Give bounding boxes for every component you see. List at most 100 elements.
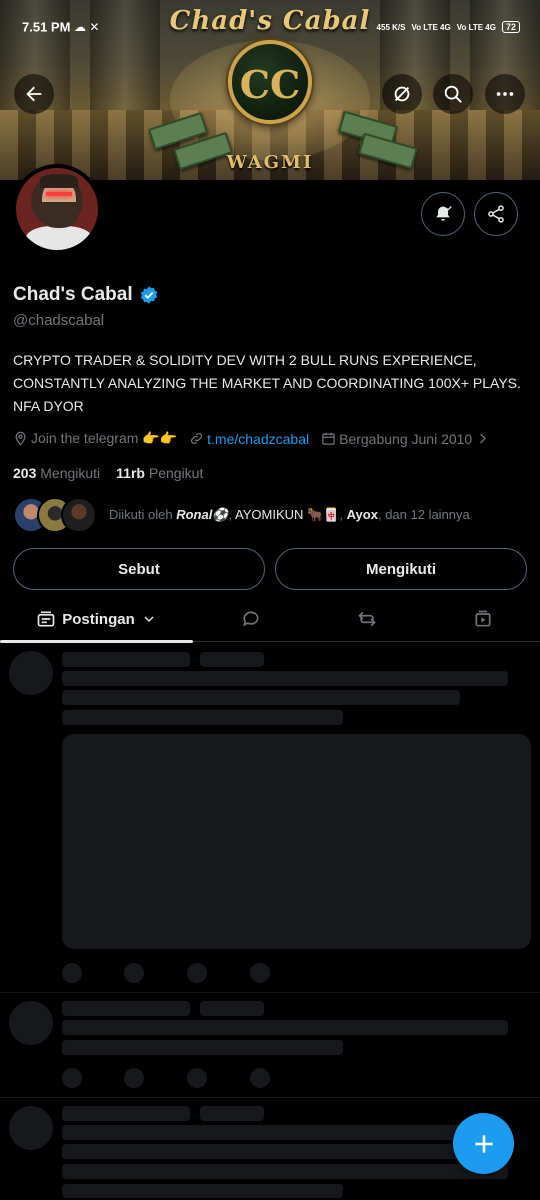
following-button[interactable]: Mengikuti bbox=[275, 548, 527, 590]
skeleton-line bbox=[62, 1020, 508, 1035]
skeleton-line bbox=[62, 671, 508, 686]
tab-replies[interactable] bbox=[193, 596, 309, 642]
skeleton-line bbox=[62, 1040, 343, 1055]
skeleton-avatar bbox=[9, 651, 53, 695]
skeleton-line bbox=[62, 1106, 190, 1121]
profile-name-row: Chad's Cabal bbox=[13, 284, 159, 306]
avatar-laser-eyes bbox=[46, 192, 72, 196]
feed-divider bbox=[0, 1097, 540, 1098]
more-options-button[interactable] bbox=[485, 74, 525, 114]
skeleton-line bbox=[62, 1144, 508, 1159]
profile-name: Chad's Cabal bbox=[13, 284, 133, 305]
following-count[interactable]: 203 Mengikuti bbox=[13, 465, 100, 481]
posts-tab-icon bbox=[37, 611, 55, 627]
calendar-icon bbox=[322, 432, 335, 445]
banner-coin-logo: CC bbox=[228, 40, 312, 124]
profile-handle: @chadscabal bbox=[13, 312, 105, 329]
follow-counts: 203 Mengikuti 11rb Pengikut bbox=[13, 465, 203, 481]
chevron-right-icon[interactable] bbox=[475, 431, 490, 446]
repost-icon bbox=[358, 611, 376, 627]
joined-text: Bergabung Juni 2010 bbox=[339, 430, 473, 447]
tab-active-indicator bbox=[0, 640, 193, 643]
feed-divider bbox=[0, 992, 540, 993]
skeleton-line bbox=[200, 1001, 264, 1016]
notifications-button[interactable] bbox=[421, 192, 465, 236]
following-label: Mengikuti bbox=[40, 465, 101, 481]
skeleton-line bbox=[62, 690, 460, 705]
followed-by-text: Diikuti oleh Ronal⚽, AYOMIKUN 🐂🀄, Ayox, … bbox=[109, 507, 470, 522]
followers-label: Pengikut bbox=[148, 465, 204, 481]
avatar bbox=[61, 497, 97, 533]
compose-button[interactable] bbox=[453, 1113, 514, 1174]
verified-badge-icon[interactable] bbox=[139, 285, 159, 305]
skeleton-avatar bbox=[9, 1106, 53, 1150]
skeleton-action bbox=[124, 963, 144, 983]
banner-subtitle: WAGMI bbox=[226, 152, 314, 173]
skeleton-line bbox=[62, 652, 190, 667]
joined-item: Bergabung Juni 2010 bbox=[321, 431, 490, 447]
profile-avatar[interactable] bbox=[12, 164, 102, 254]
status-bar: 7.51 PM ☁ ✕ 455 K/S Vo LTE 4G Vo LTE 4G … bbox=[0, 0, 540, 35]
location-pin-icon bbox=[15, 431, 26, 446]
follower-name-1: Ronal⚽ bbox=[176, 507, 229, 522]
skeleton-line bbox=[62, 1125, 508, 1140]
profile-tabs: Postingan bbox=[0, 596, 540, 643]
tab-media[interactable] bbox=[425, 596, 540, 642]
share-icon bbox=[488, 205, 504, 223]
search-icon bbox=[444, 85, 462, 103]
more-icon bbox=[496, 92, 514, 96]
tab-reposts[interactable] bbox=[309, 596, 425, 642]
reply-bubble-icon bbox=[243, 611, 259, 627]
network-speed: 455 K/S bbox=[376, 22, 406, 32]
following-value: 203 bbox=[13, 465, 37, 481]
skeleton-action bbox=[187, 1068, 207, 1088]
profile-bio: CRYPTO TRADER & SOLIDITY DEV WITH 2 BULL… bbox=[13, 352, 521, 414]
skeleton-action bbox=[250, 1068, 270, 1088]
mention-button[interactable]: Sebut bbox=[13, 548, 265, 590]
skeleton-line bbox=[62, 710, 343, 725]
battery-icon: 72 bbox=[501, 21, 520, 33]
skeleton-action bbox=[62, 963, 82, 983]
coin-letters: CC bbox=[239, 62, 301, 107]
link-icon bbox=[191, 433, 203, 444]
followers-value: 11rb bbox=[116, 465, 145, 481]
back-button[interactable] bbox=[14, 74, 54, 114]
profile-meta: Join the telegram 👉👉 t.me/chadzcabal Ber… bbox=[13, 430, 502, 447]
followed-by-row[interactable]: Diikuti oleh Ronal⚽, AYOMIKUN 🐂🀄, Ayox, … bbox=[13, 497, 470, 533]
media-icon bbox=[475, 610, 490, 627]
avatar-beard bbox=[40, 202, 78, 228]
skeleton-action bbox=[250, 963, 270, 983]
network-1: Vo LTE 4G bbox=[411, 22, 451, 32]
website-item[interactable]: t.me/chadzcabal bbox=[189, 431, 309, 447]
arrow-left-icon bbox=[26, 86, 42, 102]
skeleton-action bbox=[124, 1068, 144, 1088]
location-text: Join the telegram 👉👉 bbox=[31, 430, 178, 446]
skeleton-action bbox=[187, 963, 207, 983]
skeleton-avatar bbox=[9, 1001, 53, 1045]
share-button[interactable] bbox=[474, 192, 518, 236]
grok-button[interactable] bbox=[382, 74, 422, 114]
tab-posts-label: Postingan bbox=[62, 610, 135, 628]
tab-posts[interactable]: Postingan bbox=[0, 596, 193, 643]
follower-name-2: AYOMIKUN 🐂🀄 bbox=[235, 507, 340, 522]
location-item: Join the telegram 👉👉 bbox=[13, 430, 177, 447]
skeleton-action bbox=[62, 1068, 82, 1088]
status-notification-icons: ☁ ✕ bbox=[74, 20, 100, 34]
search-button[interactable] bbox=[433, 74, 473, 114]
avatar-shirt bbox=[26, 226, 92, 250]
skeleton-line bbox=[200, 652, 264, 667]
status-time: 7.51 PM bbox=[22, 19, 71, 35]
chevron-down-icon bbox=[144, 616, 154, 622]
skeleton-line bbox=[62, 1001, 190, 1016]
plus-icon bbox=[474, 1134, 493, 1153]
bell-check-icon bbox=[436, 206, 452, 221]
skeleton-line bbox=[62, 1184, 343, 1198]
followed-by-suffix: , dan 12 lainnya bbox=[377, 507, 470, 522]
website-link[interactable]: t.me/chadzcabal bbox=[207, 431, 309, 447]
skeleton-media bbox=[62, 734, 531, 949]
avatar-hair bbox=[40, 174, 78, 188]
followers-count[interactable]: 11rb Pengikut bbox=[116, 465, 203, 481]
grok-icon bbox=[394, 86, 410, 102]
status-right: 455 K/S Vo LTE 4G Vo LTE 4G 72 bbox=[377, 21, 520, 33]
skeleton-line bbox=[200, 1106, 264, 1121]
